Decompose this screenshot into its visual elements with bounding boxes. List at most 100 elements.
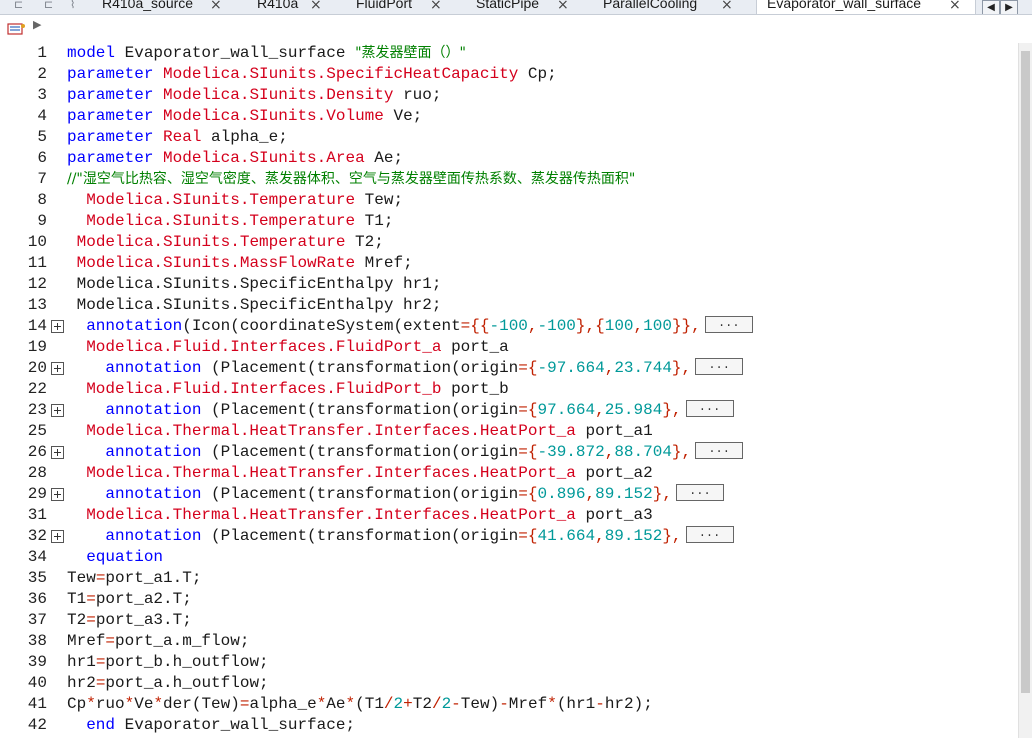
window-icon[interactable]: ⊏ <box>44 0 53 11</box>
code-line[interactable]: 4 parameter Modelica.SIunits.Volume Ve; <box>0 106 1018 127</box>
tab-r410a[interactable]: R410a × <box>255 0 324 14</box>
tab-prev-button[interactable]: ◀ <box>982 0 1000 14</box>
line-number: 35 <box>27 569 47 587</box>
code-token: annotation <box>86 317 183 335</box>
tab-next-button[interactable]: ▶ <box>1000 0 1018 14</box>
tab-staticpipe[interactable]: StaticPipe × <box>474 0 571 14</box>
modelica-class-icon[interactable] <box>7 22 27 36</box>
code-line[interactable]: 14 annotation(Icon(coordinateSystem(exte… <box>0 316 1018 337</box>
line-number: 8 <box>37 191 47 209</box>
code-token: port_a.h_outflow; <box>105 674 269 692</box>
code-line[interactable]: 10 Modelica.SIunits.Temperature T2; <box>0 232 1018 253</box>
code-line[interactable]: 28 Modelica.Thermal.HeatTransfer.Interfa… <box>0 463 1018 484</box>
code-line[interactable]: 39 hr1=port_b.h_outflow; <box>0 652 1018 673</box>
code-token: , <box>595 527 605 545</box>
code-line[interactable]: 3 parameter Modelica.SIunits.Density ruo; <box>0 85 1018 106</box>
code-token: , <box>585 485 596 503</box>
collapsed-annotation-button[interactable]: ... <box>685 400 734 418</box>
close-icon[interactable]: × <box>557 0 569 13</box>
code-line[interactable]: 13 Modelica.SIunits.SpecificEnthalpy hr2… <box>0 295 1018 316</box>
fold-expand-icon[interactable] <box>51 530 64 543</box>
code-token: 23.744 <box>614 359 672 377</box>
code-line[interactable]: 9 Modelica.SIunits.Temperature T1; <box>0 211 1018 232</box>
code-line[interactable]: 5 parameter Real alpha_e; <box>0 127 1018 148</box>
collapsed-annotation-button[interactable]: ... <box>675 484 724 502</box>
collapsed-annotation-button[interactable]: ... <box>704 316 753 334</box>
code-token: -39.872 <box>537 443 605 461</box>
tab-fluidport[interactable]: FluidPort × <box>354 0 444 14</box>
code-line[interactable]: 42 end Evaporator_wall_surface; <box>0 715 1018 736</box>
close-icon[interactable]: × <box>721 0 733 13</box>
code-token: Ae; <box>364 149 404 167</box>
code-token: (hr1 <box>556 695 596 713</box>
expand-icon[interactable]: ▶ <box>33 18 41 31</box>
code-text: annotation (Placement(transformation(ori… <box>67 358 744 379</box>
code-text: Tew=port_a1.T; <box>67 568 201 589</box>
code-token: Ve; <box>383 107 423 125</box>
code-line[interactable]: 23 annotation (Placement(transformation(… <box>0 400 1018 421</box>
code-text: Modelica.SIunits.SpecificEnthalpy hr1; <box>67 274 442 295</box>
code-editor[interactable]: 1 model Evaporator_wall_surface "蒸发器壁面（）"… <box>0 43 1018 738</box>
fold-expand-icon[interactable] <box>51 404 64 417</box>
code-text: annotation (Placement(transformation(ori… <box>67 484 724 505</box>
code-token: parameter <box>67 107 154 125</box>
window-icon[interactable]: ⊏ <box>14 0 23 11</box>
code-token: 0.896 <box>537 485 586 503</box>
code-line[interactable]: 32 annotation (Placement(transformation(… <box>0 526 1018 547</box>
close-icon[interactable]: × <box>430 0 442 13</box>
code-line[interactable]: 35 Tew=port_a1.T; <box>0 568 1018 589</box>
tab-r410a-source[interactable]: R410a_source × <box>100 0 224 14</box>
code-line[interactable]: 36 T1=port_a2.T; <box>0 589 1018 610</box>
code-line[interactable]: 11 Modelica.SIunits.MassFlowRate Mref; <box>0 253 1018 274</box>
code-line[interactable]: 26 annotation (Placement(transformation(… <box>0 442 1018 463</box>
fold-expand-icon[interactable] <box>51 320 64 333</box>
code-line[interactable]: 34 equation <box>0 547 1018 568</box>
tab-evaporator-wall-surface[interactable]: Evaporator_wall_surface × <box>756 0 976 14</box>
close-icon[interactable]: × <box>210 0 222 13</box>
code-text: Modelica.Fluid.Interfaces.FluidPort_a po… <box>67 337 508 358</box>
code-token: Modelica.SIunits.SpecificEnthalpy hr1; <box>67 275 442 293</box>
code-line[interactable]: 1 model Evaporator_wall_surface "蒸发器壁面（）" <box>0 43 1018 64</box>
code-line[interactable]: 31 Modelica.Thermal.HeatTransfer.Interfa… <box>0 505 1018 526</box>
line-number: 28 <box>27 464 47 482</box>
code-token: Modelica.SIunits.Density <box>163 86 394 104</box>
vertical-scrollbar[interactable] <box>1018 43 1032 738</box>
code-token: 97.664 <box>537 401 596 419</box>
code-line[interactable]: 19 Modelica.Fluid.Interfaces.FluidPort_a… <box>0 337 1018 358</box>
code-token: port_b <box>441 380 509 398</box>
code-token: alpha_e; <box>201 128 288 146</box>
close-icon[interactable]: × <box>949 0 961 13</box>
collapsed-annotation-button[interactable]: ... <box>695 358 744 376</box>
code-line[interactable]: 40 hr2=port_a.h_outflow; <box>0 673 1018 694</box>
code-line[interactable]: 29 annotation (Placement(transformation(… <box>0 484 1018 505</box>
code-line[interactable]: 8 Modelica.SIunits.Temperature Tew; <box>0 190 1018 211</box>
code-token: Modelica.SIunits.Volume <box>163 107 384 125</box>
fold-expand-icon[interactable] <box>51 488 64 501</box>
code-text: annotation(Icon(coordinateSystem(extent=… <box>67 316 753 337</box>
code-token: port_a1.T; <box>105 569 202 587</box>
code-line[interactable]: 41 Cp*ruo*Ve*der(Tew)=alpha_e*Ae*(T1/2+T2… <box>0 694 1018 715</box>
code-line[interactable]: 22 Modelica.Fluid.Interfaces.FluidPort_b… <box>0 379 1018 400</box>
code-token: Mref <box>67 632 106 650</box>
code-line[interactable]: 6 parameter Modelica.SIunits.Area Ae; <box>0 148 1018 169</box>
fold-expand-icon[interactable] <box>51 362 64 375</box>
fold-expand-icon[interactable] <box>51 446 64 459</box>
code-line[interactable]: 37 T2=port_a3.T; <box>0 610 1018 631</box>
close-icon[interactable]: × <box>310 0 322 13</box>
code-line[interactable]: 2 parameter Modelica.SIunits.SpecificHeat… <box>0 64 1018 85</box>
collapsed-annotation-button[interactable]: ... <box>695 442 744 460</box>
collapsed-annotation-button[interactable]: ... <box>685 526 734 544</box>
code-line[interactable]: 25 Modelica.Thermal.HeatTransfer.Interfa… <box>0 421 1018 442</box>
code-line[interactable]: 7 //"湿空气比热容、湿空气密度、蒸发器体积、空气与蒸发器壁面传热系数、蒸发器传… <box>0 169 1018 190</box>
code-line[interactable]: 20 annotation (Placement(transformation(… <box>0 358 1018 379</box>
code-line[interactable]: 12 Modelica.SIunits.SpecificEnthalpy hr1… <box>0 274 1018 295</box>
code-token: Mref; <box>355 254 413 272</box>
scrollbar-thumb[interactable] <box>1021 51 1030 693</box>
tab-parallelcooling[interactable]: ParallelCooling × <box>601 0 735 14</box>
code-token: ={ <box>518 527 538 545</box>
code-line[interactable]: 38 Mref=port_a.m_flow; <box>0 631 1018 652</box>
